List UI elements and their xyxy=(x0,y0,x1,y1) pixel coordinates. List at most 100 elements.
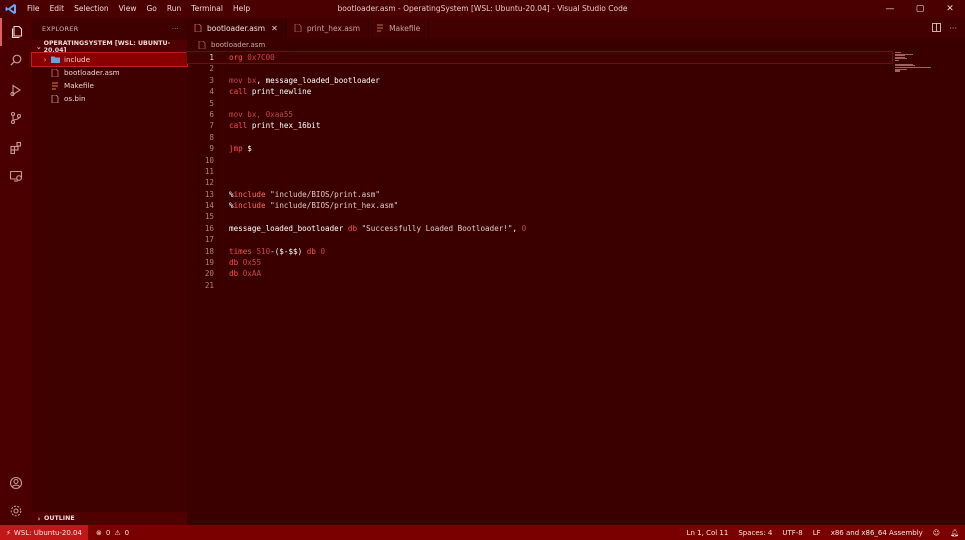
code-line: 6 mov bx, 0xaa55 xyxy=(209,109,294,119)
cursor-position[interactable]: Ln 1, Col 11 xyxy=(687,529,729,537)
workspace-section-header[interactable]: ⌄ OPERATINGSYSTEM [WSL: UBUNTU-20.04] xyxy=(32,39,187,54)
explorer-icon[interactable] xyxy=(0,18,32,46)
feedback-icon[interactable]: ☺ xyxy=(933,529,940,537)
more-actions-icon[interactable]: ··· xyxy=(949,24,957,33)
problems-indicator[interactable]: ⊗ 0 ⚠ 0 xyxy=(88,529,129,537)
code-line: 16 message_loaded_bootloader db "Successf… xyxy=(204,223,527,233)
tree-item-label: bootloader.asm xyxy=(64,68,120,77)
language-mode[interactable]: x86 and x86_64 Assembly xyxy=(831,529,923,537)
tab-print-hex-asm[interactable]: print_hex.asm xyxy=(287,18,370,38)
warning-icon: ⚠ xyxy=(114,528,121,537)
menu-go[interactable]: Go xyxy=(141,0,161,18)
encoding[interactable]: UTF-8 xyxy=(782,529,802,537)
menu-edit[interactable]: Edit xyxy=(45,0,70,18)
asm-file-icon xyxy=(50,68,60,77)
code-line: 12 xyxy=(204,178,214,188)
tree-item-label: Makefile xyxy=(64,81,94,90)
code-line: 20 db 0xAA xyxy=(204,269,262,279)
source-control-icon[interactable] xyxy=(0,104,32,132)
binary-file-icon xyxy=(50,94,60,103)
asm-file-icon xyxy=(197,40,207,49)
vscode-logo-icon xyxy=(0,0,22,18)
makefile-icon xyxy=(50,82,60,90)
remote-indicator[interactable]: ⚡ WSL: Ubuntu-20.04 xyxy=(0,525,88,540)
search-icon[interactable] xyxy=(0,46,32,74)
breadcrumb-file: bootloader.asm xyxy=(211,40,266,49)
remote-label: WSL: Ubuntu-20.04 xyxy=(13,528,82,537)
code-line: 4 call print_newline xyxy=(209,87,312,97)
menu-bar: File Edit Selection View Go Run Terminal… xyxy=(22,0,255,18)
code-line: 15 xyxy=(204,212,214,222)
code-line: 2 xyxy=(209,64,214,74)
code-line: 8 xyxy=(209,132,214,142)
menu-terminal[interactable]: Terminal xyxy=(186,0,228,18)
asm-file-icon xyxy=(193,24,203,32)
tab-label: print_hex.asm xyxy=(306,23,361,33)
warning-count: 0 xyxy=(124,528,130,537)
code-editor[interactable]: 1 org 0x7C00 2 3 mov bx, message_loaded_bo… xyxy=(186,50,893,525)
tree-item-makefile[interactable]: Makefile xyxy=(32,79,187,92)
tab-bootloader-asm[interactable]: bootloader.asm ✕ xyxy=(187,18,287,38)
menu-view[interactable]: View xyxy=(114,0,142,18)
title-bar: File Edit Selection View Go Run Terminal… xyxy=(0,0,965,18)
menu-file[interactable]: File xyxy=(22,0,45,18)
maximize-button[interactable]: ▢ xyxy=(905,0,935,18)
menu-selection[interactable]: Selection xyxy=(69,0,114,18)
code-line: 19 db 0x55 xyxy=(204,258,262,268)
code-line: 18 times 510-($-$$) db 0 xyxy=(204,246,326,256)
code-line: 21 xyxy=(204,280,214,290)
editor-tabs: bootloader.asm ✕ print_hex.asm Makefile xyxy=(187,18,965,38)
activity-bar xyxy=(0,18,32,525)
code-line: 13 %include "include/BIOS/print.asm" xyxy=(204,189,380,199)
minimize-button[interactable]: — xyxy=(875,0,905,18)
end-of-line[interactable]: LF xyxy=(813,529,821,537)
menu-help[interactable]: Help xyxy=(228,0,255,18)
explorer-title: EXPLORER xyxy=(42,25,79,33)
code-line: 11 xyxy=(204,166,214,176)
code-line: 9 jmp $ xyxy=(209,144,252,154)
explorer-more-actions-button[interactable]: ··· xyxy=(172,25,179,33)
manage-gear-icon[interactable] xyxy=(0,497,32,525)
minimap[interactable] xyxy=(895,52,957,72)
folder-icon xyxy=(50,56,60,64)
code-line: 7 call print_hex_16bit xyxy=(209,121,321,131)
chevron-right-icon: › xyxy=(37,514,41,523)
chevron-right-icon: › xyxy=(43,55,47,64)
menu-run[interactable]: Run xyxy=(162,0,186,18)
tab-label: bootloader.asm xyxy=(207,23,266,33)
close-tab-icon[interactable]: ✕ xyxy=(271,24,278,33)
code-line: 10 xyxy=(204,155,214,165)
workspace-name: OPERATINGSYSTEM [WSL: UBUNTU-20.04] xyxy=(43,39,171,54)
code-line: 17 xyxy=(204,235,214,245)
chevron-down-icon: ⌄ xyxy=(35,42,42,51)
remote-explorer-icon[interactable] xyxy=(0,162,32,190)
status-bar: ⚡ WSL: Ubuntu-20.04 ⊗ 0 ⚠ 0 Ln 1, Col 11… xyxy=(0,525,965,540)
code-line: 3 mov bx, message_loaded_bootloader xyxy=(209,75,380,85)
indentation[interactable]: Spaces: 4 xyxy=(738,529,772,537)
explorer-sidebar: EXPLORER ··· ⌄ OPERATINGSYSTEM [WSL: UBU… xyxy=(31,18,188,525)
notifications-bell-icon[interactable]: 🔔︎ xyxy=(950,529,959,537)
error-count: 0 xyxy=(105,528,111,537)
tree-item-os-bin[interactable]: os.bin xyxy=(32,92,187,105)
run-debug-icon[interactable] xyxy=(0,76,32,104)
tree-item-label: os.bin xyxy=(64,94,86,103)
tree-item-bootloader-asm[interactable]: bootloader.asm xyxy=(32,66,187,79)
breadcrumb[interactable]: bootloader.asm xyxy=(187,38,265,51)
account-icon[interactable] xyxy=(0,469,32,497)
code-line: 5 xyxy=(209,98,214,108)
extensions-icon[interactable] xyxy=(0,134,32,162)
outline-section-header[interactable]: › OUTLINE xyxy=(32,512,187,525)
tree-item-include[interactable]: › include xyxy=(31,52,188,67)
tab-label: Makefile xyxy=(389,23,421,33)
error-icon: ⊗ xyxy=(95,528,102,537)
remote-icon: ⚡ xyxy=(6,528,11,537)
code-line: 14 %include "include/BIOS/print_hex.asm" xyxy=(204,201,399,211)
makefile-icon xyxy=(375,24,385,32)
close-window-button[interactable]: ✕ xyxy=(935,0,965,18)
asm-file-icon xyxy=(293,24,303,32)
outline-title: OUTLINE xyxy=(44,515,75,522)
code-line: 1 org 0x7C00 xyxy=(186,50,893,65)
tab-makefile[interactable]: Makefile xyxy=(369,18,430,38)
split-editor-icon[interactable] xyxy=(932,22,942,34)
tree-item-label: include xyxy=(64,55,91,64)
